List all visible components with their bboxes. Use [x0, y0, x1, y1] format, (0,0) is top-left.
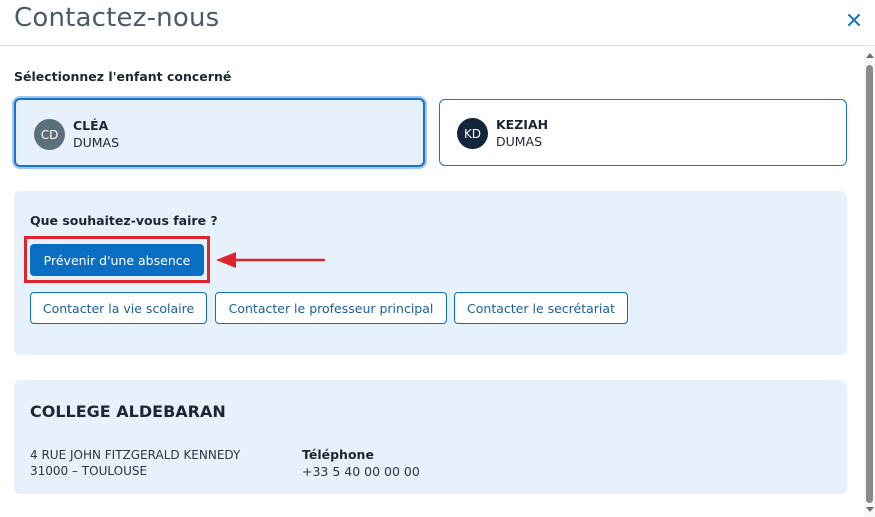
scroll-thumb[interactable] — [866, 65, 873, 503]
phone-label: Téléphone — [302, 447, 374, 462]
contact-dialog: Contactez-nous Sélectionnez l'enfant con… — [0, 0, 875, 517]
school-name: COLLEGE ALDEBARAN — [30, 402, 226, 421]
dialog-title: Contactez-nous — [14, 3, 220, 33]
report-absence-button[interactable]: Prévenir d'une absence — [30, 244, 204, 276]
child-first-name: KEZIAH — [496, 117, 549, 132]
school-address-line2: 31000 – TOULOUSE — [30, 464, 148, 478]
action-panel: Que souhaitez-vous faire ? Prévenir d'un… — [14, 191, 847, 355]
child-first-name: CLÉA — [73, 118, 109, 133]
select-child-label: Sélectionnez l'enfant concerné — [14, 69, 232, 84]
contact-secretariat-button[interactable]: Contacter le secrétariat — [454, 292, 628, 324]
scroll-up-arrow-icon[interactable] — [866, 53, 874, 58]
child-last-name: DUMAS — [496, 134, 543, 149]
contact-head-teacher-button[interactable]: Contacter le professeur principal — [215, 292, 447, 324]
scrollbar[interactable] — [864, 47, 875, 517]
avatar: CD — [34, 119, 65, 150]
dialog-header: Contactez-nous — [0, 0, 875, 46]
phone-number[interactable]: +33 5 40 00 00 00 — [302, 464, 420, 479]
scroll-down-arrow-icon[interactable] — [866, 507, 874, 512]
school-info-panel: COLLEGE ALDEBARAN 4 RUE JOHN FITZGERALD … — [14, 380, 847, 494]
contact-school-life-button[interactable]: Contacter la vie scolaire — [30, 292, 207, 324]
avatar: KD — [457, 118, 488, 149]
pointer-arrow-icon — [216, 252, 326, 268]
child-card-clea[interactable]: CD CLÉA DUMAS — [14, 98, 425, 167]
close-icon[interactable] — [845, 11, 863, 29]
action-question: Que souhaitez-vous faire ? — [30, 213, 218, 228]
child-last-name: DUMAS — [73, 135, 120, 150]
school-address-line1: 4 RUE JOHN FITZGERALD KENNEDY — [30, 448, 241, 462]
child-card-keziah[interactable]: KD KEZIAH DUMAS — [439, 99, 847, 166]
